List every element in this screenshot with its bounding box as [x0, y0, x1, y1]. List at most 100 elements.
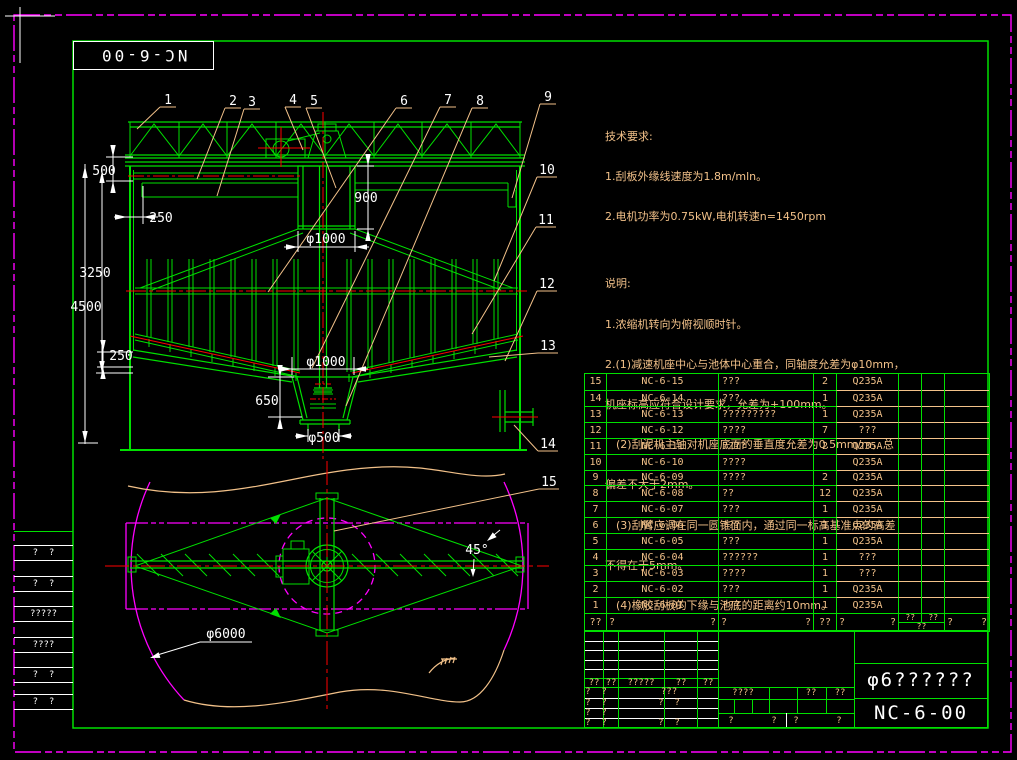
bom-cell: Q235A [836, 374, 898, 390]
bom-cell: ??? [718, 533, 813, 550]
dim-250-mid: 250 [109, 349, 132, 364]
strip-row [14, 683, 73, 695]
callout-6: 6 [400, 94, 408, 109]
corner-drawing-number: NC-6-00 [99, 46, 188, 65]
bom-cell: ???? [718, 469, 813, 486]
callout-15: 15 [541, 475, 557, 490]
bom-cell: NC-6-02 [606, 580, 718, 597]
bom-column-line [921, 374, 922, 613]
left-margin-strip: ? ? ? ? ????? ???? ? ? ? ? [14, 531, 73, 710]
bom-cell: ???? [718, 453, 813, 470]
titleblock-label: ???? [732, 688, 754, 698]
bom-cell: ??? [836, 565, 898, 581]
bom-header-label: ? [980, 617, 987, 628]
bom-header-label: ? [889, 617, 896, 628]
bom-cell: 1 [813, 517, 836, 534]
callout-12: 12 [539, 277, 555, 292]
bom-cell: 2 [813, 374, 836, 390]
bom-cell: Q235A [836, 517, 898, 534]
titleblock-label: ????? [627, 678, 655, 688]
bom-cell: ?? [718, 485, 813, 502]
underflow-hopper [291, 376, 359, 431]
titleblock-label: ? ? [658, 698, 680, 708]
bom-cell: 2 [813, 469, 836, 486]
titleblock-label: ? ? [585, 718, 607, 728]
bom-cell: NC-6-15 [606, 374, 718, 390]
bom-header-cell: ?? [944, 614, 989, 631]
bom-cell: 9 [585, 469, 606, 486]
bom-header-weight-group: ???? ?? [898, 614, 944, 631]
note-line: 2.(1)减速机座中心与池体中心重合，同轴度允差为φ10mm， [605, 357, 905, 371]
bom-cell: ????????? [718, 405, 813, 422]
callout-4: 4 [289, 93, 297, 108]
strip-row [14, 653, 73, 668]
drawing-number: NC-6-00 [873, 702, 969, 724]
callout-10: 10 [539, 163, 555, 178]
bom-cell: 1 [813, 389, 836, 406]
titleblock-label: ?? [605, 678, 617, 688]
titleblock-label: ?? [702, 678, 714, 688]
bom-header-label: ?? [921, 614, 944, 622]
bom-cell: Q235A [836, 437, 898, 454]
dim-angle45: 45° [465, 543, 488, 558]
titleblock-line [752, 699, 753, 713]
titleblock-label: ? ? [585, 698, 607, 708]
bom-cell: 5 [585, 533, 606, 549]
bom-cell: Q235A [836, 485, 898, 502]
note-line: 1.刮板外缘线速度为1.8m/mln。 [605, 170, 768, 184]
titleblock-line [826, 687, 827, 713]
bom-cell: NC-6-13 [606, 405, 718, 422]
bom-cell: NC-6-08 [606, 485, 718, 502]
titleblock-label: ?? [675, 678, 687, 688]
bom-cell: 7 [813, 421, 836, 438]
bom-header-label: ? [804, 617, 811, 628]
bom-cell: 1 [813, 549, 836, 566]
strip-row: ????? [14, 607, 73, 622]
bom-cell: 12 [813, 485, 836, 502]
bom-header-cell: ?? [589, 617, 602, 628]
bom-cell: NC-6-07 [606, 501, 718, 518]
bom-column-line [944, 374, 945, 613]
bom-cell: Q235A [836, 405, 898, 422]
strip-row [14, 592, 73, 607]
bom-header-cell: ?? [836, 614, 898, 631]
titleblock-line [618, 631, 619, 727]
callout-leaders [136, 103, 559, 532]
bom-cell: Q235A [836, 596, 898, 613]
dim-dia6000: φ6000 [206, 627, 245, 642]
bom-cell: 14 [585, 389, 606, 406]
callout-2: 2 [229, 94, 237, 109]
titleblock-line [734, 699, 735, 713]
strip-row [14, 622, 73, 638]
bom-cell: NC-6-11 [606, 437, 718, 454]
bom-cell: 7 [585, 501, 606, 517]
bom-cell: ??? [718, 580, 813, 597]
bom-cell: ??? [836, 421, 898, 438]
bom-cell: ??? [718, 389, 813, 406]
titleblock-label: ? [793, 716, 799, 726]
bom-cell: 1 [813, 501, 836, 518]
dim-dia1000-bottom: φ1000 [306, 355, 345, 370]
callout-9: 9 [544, 90, 552, 105]
bom-header-cell: ?? [718, 614, 813, 631]
bom-cell: NC-6-03 [606, 565, 718, 581]
bom-cell: 10 [585, 453, 606, 470]
bom-cell: ?????? [718, 549, 813, 566]
cad-screenshot: { "colors": { "background": "#000000", "… [0, 0, 1017, 760]
bom-header-row: ?? ?? ?? ?? ?? ???? ?? ?? [585, 613, 989, 631]
bom-cell: 4 [585, 549, 606, 565]
bom-header-cell: ?? [606, 614, 718, 631]
titleblock-label: ?? [805, 688, 817, 698]
bom-cell: 1 [813, 565, 836, 581]
callout-8: 8 [476, 94, 484, 109]
bom-header-label: ? [721, 617, 728, 628]
bom-cell: 11 [585, 437, 606, 454]
bom-table: 15 NC-6-15??? 2 Q235A 14 NC-6-14??? 1 Q235A 13… [584, 373, 990, 632]
strip-row: ? ? [14, 668, 73, 683]
bom-cell: NC-6-05 [606, 533, 718, 550]
callout-14: 14 [540, 437, 556, 452]
bom-cell: 2 [813, 437, 836, 454]
callout-7: 7 [444, 93, 452, 108]
titleblock-line [697, 631, 698, 727]
titleblock-label: ? ? [585, 708, 607, 718]
